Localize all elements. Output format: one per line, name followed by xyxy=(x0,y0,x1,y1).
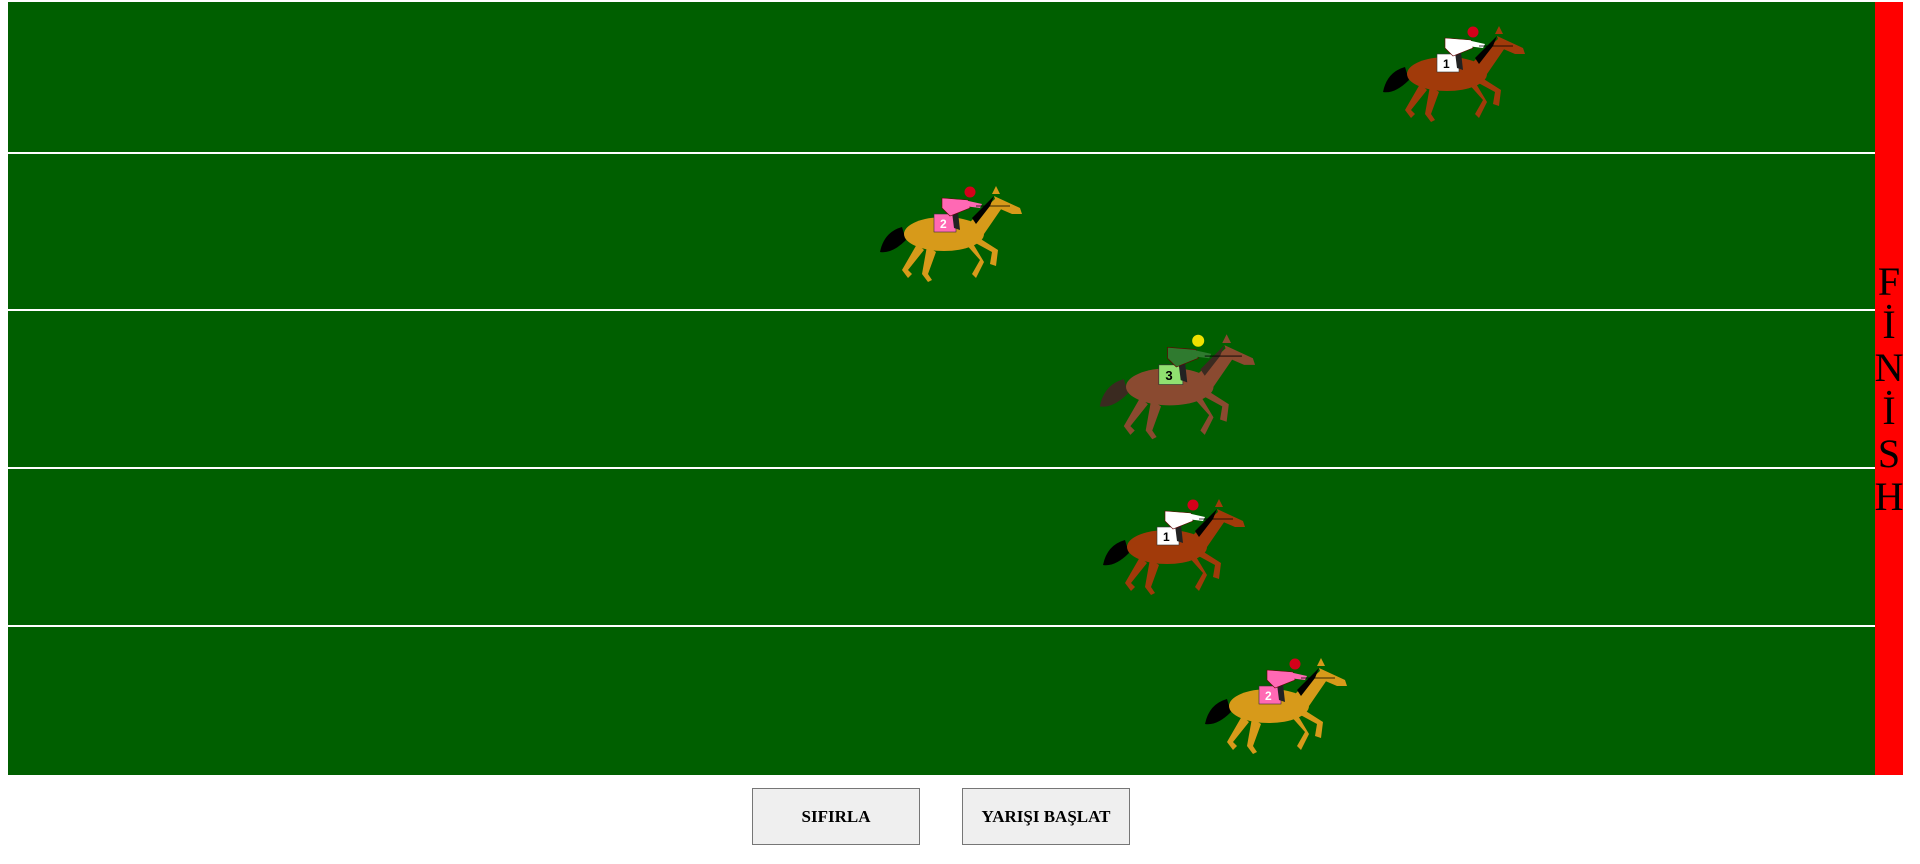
finish-letter: H xyxy=(1874,473,1904,519)
finish-line: F İ N İ S H xyxy=(1875,2,1903,775)
horse-5: 2 xyxy=(1197,654,1357,764)
horse-1: 1 xyxy=(1375,22,1535,132)
svg-text:3: 3 xyxy=(1165,368,1172,383)
svg-text:1: 1 xyxy=(1163,530,1170,544)
reset-button[interactable]: SIFIRLA xyxy=(752,788,920,845)
svg-text:2: 2 xyxy=(1265,689,1272,703)
race-track: 1 2 3 1 2 F İ N İ S H xyxy=(8,2,1903,775)
start-race-button[interactable]: YARIŞI BAŞLAT xyxy=(962,788,1130,845)
finish-letter: N xyxy=(1874,344,1904,390)
horse-4: 1 xyxy=(1095,495,1255,605)
lane-3 xyxy=(8,311,1875,466)
lane-5 xyxy=(8,627,1875,782)
finish-letter: S xyxy=(1877,430,1901,476)
horse-3: 3 xyxy=(1091,320,1266,460)
finish-letter: İ xyxy=(1882,387,1896,433)
lane-4 xyxy=(8,469,1875,624)
horse-2: 2 xyxy=(872,182,1032,292)
finish-letter: F xyxy=(1877,258,1901,304)
race-controls: SIFIRLA YARIŞI BAŞLAT xyxy=(0,788,1920,846)
finish-label: F İ N İ S H xyxy=(1875,260,1904,518)
svg-text:1: 1 xyxy=(1443,57,1450,71)
lane-1 xyxy=(8,2,1875,157)
finish-letter: İ xyxy=(1882,301,1896,347)
svg-text:2: 2 xyxy=(940,217,947,231)
